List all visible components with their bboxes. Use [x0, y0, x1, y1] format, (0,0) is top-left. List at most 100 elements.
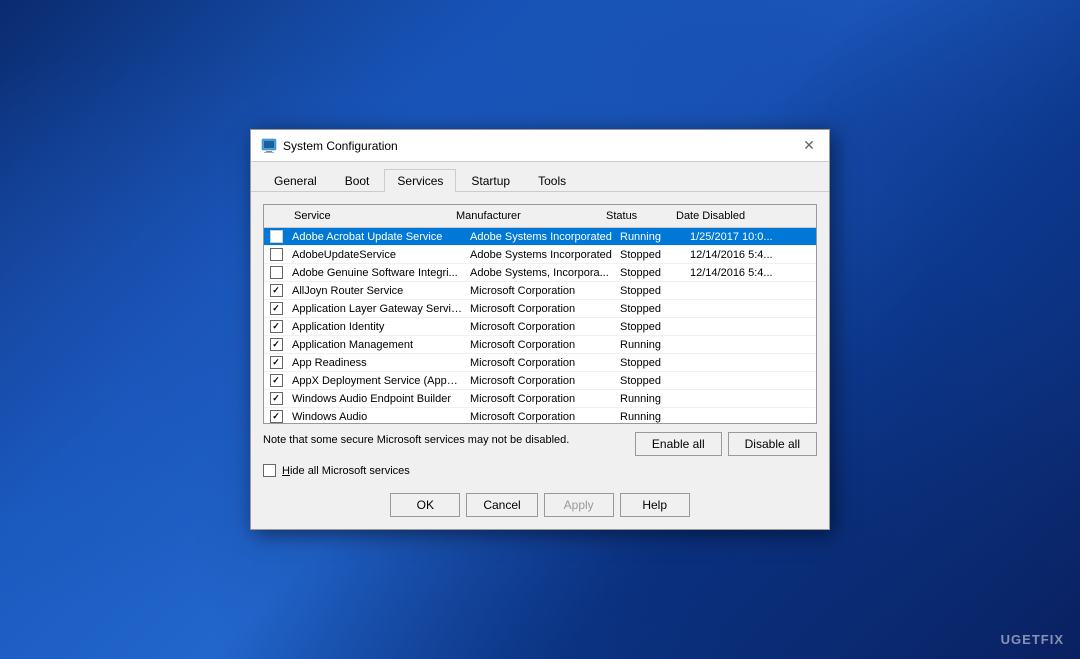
- cell-status: Running: [616, 391, 686, 407]
- tab-boot[interactable]: Boot: [332, 169, 383, 192]
- row-checkbox[interactable]: [264, 282, 288, 299]
- row-checkbox[interactable]: [264, 390, 288, 407]
- row-checkbox[interactable]: [264, 408, 288, 423]
- enable-all-button[interactable]: Enable all: [635, 432, 722, 456]
- table-row[interactable]: Application Identity Microsoft Corporati…: [264, 318, 816, 336]
- cell-status: Stopped: [616, 373, 686, 389]
- table-row[interactable]: App Readiness Microsoft Corporation Stop…: [264, 354, 816, 372]
- cell-service: Windows Audio Endpoint Builder: [288, 391, 466, 407]
- cell-manufacturer: Microsoft Corporation: [466, 337, 616, 353]
- cell-date: 12/14/2016 5:4...: [686, 265, 816, 281]
- cell-date: 1/25/2017 10:0...: [686, 229, 816, 245]
- checkbox-9[interactable]: [270, 392, 283, 405]
- tab-startup[interactable]: Startup: [458, 169, 523, 192]
- cell-status: Running: [616, 409, 686, 424]
- cell-status: Stopped: [616, 355, 686, 371]
- cancel-button[interactable]: Cancel: [466, 493, 537, 517]
- titlebar-left: System Configuration: [261, 138, 398, 154]
- cell-manufacturer: Microsoft Corporation: [466, 319, 616, 335]
- checkbox-5[interactable]: [270, 320, 283, 333]
- cell-date: 12/14/2016 5:4...: [686, 247, 816, 263]
- cell-date: [686, 415, 816, 419]
- row-checkbox[interactable]: [264, 354, 288, 371]
- checkbox-7[interactable]: [270, 356, 283, 369]
- cell-status: Stopped: [616, 265, 686, 281]
- close-button[interactable]: ✕: [799, 136, 819, 156]
- table-row[interactable]: AllJoyn Router Service Microsoft Corpora…: [264, 282, 816, 300]
- cell-status: Running: [616, 229, 686, 245]
- table-row[interactable]: Application Management Microsoft Corpora…: [264, 336, 816, 354]
- checkbox-3[interactable]: [270, 284, 283, 297]
- cell-status: Stopped: [616, 319, 686, 335]
- cell-service: Adobe Genuine Software Integri...: [288, 265, 466, 281]
- table-row[interactable]: AdobeUpdateService Adobe Systems Incorpo…: [264, 246, 816, 264]
- cell-manufacturer: Microsoft Corporation: [466, 283, 616, 299]
- cell-date: [686, 361, 816, 365]
- cell-date: [686, 325, 816, 329]
- col-manufacturer: Manufacturer: [450, 207, 600, 225]
- cell-manufacturer: Microsoft Corporation: [466, 373, 616, 389]
- bottom-buttons: OK Cancel Apply Help: [263, 489, 817, 517]
- row-checkbox[interactable]: [264, 300, 288, 317]
- table-header: Service Manufacturer Status Date Disable…: [264, 205, 816, 228]
- checkbox-0[interactable]: [270, 230, 283, 243]
- cell-service: AdobeUpdateService: [288, 247, 466, 263]
- table-row[interactable]: Adobe Genuine Software Integri... Adobe …: [264, 264, 816, 282]
- system-config-icon: [261, 138, 277, 154]
- row-checkbox[interactable]: [264, 264, 288, 281]
- cell-manufacturer: Microsoft Corporation: [466, 355, 616, 371]
- system-config-dialog: System Configuration ✕ General Boot Serv…: [250, 129, 830, 530]
- table-body[interactable]: Adobe Acrobat Update Service Adobe Syste…: [264, 228, 816, 423]
- cell-service: App Readiness: [288, 355, 466, 371]
- titlebar: System Configuration ✕: [251, 130, 829, 162]
- row-checkbox[interactable]: [264, 336, 288, 353]
- tab-tools[interactable]: Tools: [525, 169, 579, 192]
- checkbox-4[interactable]: [270, 302, 283, 315]
- cell-status: Running: [616, 337, 686, 353]
- checkbox-10[interactable]: [270, 410, 283, 423]
- col-scroll-spacer: [800, 207, 816, 225]
- ok-button[interactable]: OK: [390, 493, 460, 517]
- cell-status: Stopped: [616, 283, 686, 299]
- apply-button[interactable]: Apply: [544, 493, 614, 517]
- watermark-label: UGETFIX: [1001, 632, 1064, 647]
- services-table: Service Manufacturer Status Date Disable…: [263, 204, 817, 424]
- hide-microsoft-checkbox[interactable]: [263, 464, 276, 477]
- cell-service: Windows Audio: [288, 409, 466, 424]
- hide-microsoft-row: Hide all Microsoft services: [263, 464, 817, 477]
- cell-manufacturer: Microsoft Corporation: [466, 409, 616, 424]
- cell-manufacturer: Microsoft Corporation: [466, 391, 616, 407]
- table-row[interactable]: Adobe Acrobat Update Service Adobe Syste…: [264, 228, 816, 246]
- checkbox-1[interactable]: [270, 248, 283, 261]
- cell-service: AllJoyn Router Service: [288, 283, 466, 299]
- row-checkbox[interactable]: [264, 372, 288, 389]
- cell-manufacturer: Microsoft Corporation: [466, 301, 616, 317]
- checkbox-2[interactable]: [270, 266, 283, 279]
- cell-date: [686, 289, 816, 293]
- row-checkbox[interactable]: [264, 246, 288, 263]
- tab-general[interactable]: General: [261, 169, 330, 192]
- cell-service: Application Layer Gateway Service: [288, 301, 466, 317]
- help-button[interactable]: Help: [620, 493, 690, 517]
- cell-manufacturer: Adobe Systems Incorporated: [466, 229, 616, 245]
- col-service: Service: [288, 207, 450, 225]
- checkbox-6[interactable]: [270, 338, 283, 351]
- tab-services[interactable]: Services: [384, 169, 456, 192]
- cell-manufacturer: Adobe Systems, Incorpora...: [466, 265, 616, 281]
- table-row[interactable]: Application Layer Gateway Service Micros…: [264, 300, 816, 318]
- checkbox-8[interactable]: [270, 374, 283, 387]
- table-row[interactable]: AppX Deployment Service (AppX... Microso…: [264, 372, 816, 390]
- dialog-title: System Configuration: [283, 139, 398, 153]
- row-checkbox[interactable]: [264, 318, 288, 335]
- col-date: Date Disabled: [670, 207, 800, 225]
- hide-microsoft-label: Hide all Microsoft services: [282, 465, 410, 477]
- tabbar: General Boot Services Startup Tools: [251, 162, 829, 192]
- table-row[interactable]: Windows Audio Endpoint Builder Microsoft…: [264, 390, 816, 408]
- cell-service: Application Identity: [288, 319, 466, 335]
- row-checkbox[interactable]: [264, 228, 288, 245]
- col-status: Status: [600, 207, 670, 225]
- disable-all-button[interactable]: Disable all: [728, 432, 817, 456]
- table-row[interactable]: Windows Audio Microsoft Corporation Runn…: [264, 408, 816, 423]
- cell-status: Stopped: [616, 247, 686, 263]
- cell-date: [686, 397, 816, 401]
